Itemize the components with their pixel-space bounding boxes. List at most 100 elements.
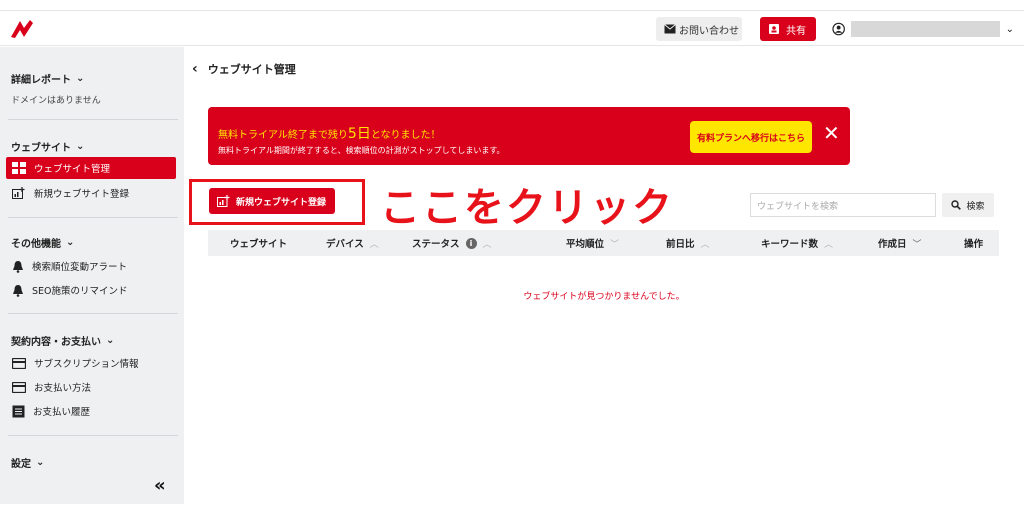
sidebar-item-label: 新規ウェブサイト登録 [34,189,130,200]
trial-days: 5日 [347,126,371,142]
column-created-date[interactable]: 作成日 ﹀ [878,230,922,256]
column-website[interactable]: ウェブサイト [230,230,287,256]
sidebar: 詳細レポート ⌄ ドメインはありません ウェブサイト ⌄ ウェブサイト管理 新規… [0,47,184,504]
column-day-change[interactable]: 前日比 ︿ [666,230,710,256]
user-avatar-icon [832,22,845,36]
card-icon [12,381,26,393]
table-header: ウェブサイト デバイス ︿ ステータス i ︿ 平均順位 ﹀ 前日比 ︿ キーワ… [208,230,999,256]
chevron-down-icon: ⌄ [36,457,45,468]
column-status[interactable]: ステータス i ︿ [412,230,492,256]
annotation-click-here: ここをクリック [380,185,674,231]
document-icon [12,405,25,417]
column-label: ステータス [412,239,460,250]
collapse-sidebar-icon[interactable]: « [154,475,166,496]
close-icon[interactable]: ✕ [823,121,840,145]
sidebar-section-report[interactable]: 詳細レポート ⌄ [11,71,84,86]
chevron-down-icon: ⌄ [1005,23,1014,35]
share-button[interactable]: 共有 [760,17,816,41]
sort-up-icon: ︿ [369,239,379,250]
trial-prefix: 無料トライアル終了まで残り [218,130,348,141]
top-bar: お問い合わせ 共有 ⌄ [0,10,1024,46]
section-title: 契約内容・お支払い [11,337,101,348]
sidebar-item-payment-history[interactable]: お支払い履歴 [6,400,176,422]
sort-up-icon: ︿ [824,239,834,250]
no-domain-note: ドメインはありません [11,96,101,106]
column-keyword-count[interactable]: キーワード数 ︿ [761,230,833,256]
trial-remaining-text: 無料トライアル終了まで残り5日となりました！ [218,123,441,143]
section-title: その他機能 [11,239,61,250]
sidebar-item-label: お支払い履歴 [33,407,91,418]
share-label: 共有 [786,25,806,37]
main-content: ‹ ウェブサイト管理 無料トライアル終了まで残り5日となりました！ 無料トライア… [184,47,1024,504]
sort-down-icon: ﹀ [610,239,620,250]
divider [8,217,178,218]
column-label: 作成日 [878,239,907,250]
sidebar-item-seo-reminder[interactable]: SEO施策のリマインド [6,279,176,301]
chart-add-icon [217,195,230,207]
trial-warning-text: 無料トライアル期間が終了すると、検索順位の計測がストップしてしまいます。 [218,146,505,155]
section-title: ウェブサイト [11,143,71,154]
sidebar-section-other[interactable]: その他機能 ⌄ [11,235,74,250]
user-name-redacted [851,21,1000,37]
sidebar-section-website[interactable]: ウェブサイト ⌄ [11,139,84,154]
column-label: 平均順位 [566,239,605,250]
trial-banner: 無料トライアル終了まで残り5日となりました！ 無料トライアル期間が終了すると、検… [208,107,850,165]
mail-icon [664,24,676,34]
sidebar-item-payment-method[interactable]: お支払い方法 [6,376,176,398]
chevron-down-icon: ⌄ [66,237,75,248]
sidebar-item-label: SEO施策のリマインド [32,286,128,297]
back-chevron-icon[interactable]: ‹ [192,61,198,77]
sidebar-item-label: 検索順位変動アラート [32,262,128,273]
sidebar-item-label: お支払い方法 [34,383,92,394]
divider [8,435,178,436]
page-title: ‹ ウェブサイト管理 [192,61,296,77]
column-average-rank[interactable]: 平均順位 ﹀ [566,230,619,256]
search-input[interactable]: ウェブサイトを検索 [750,193,936,217]
sort-up-icon: ︿ [700,239,710,250]
column-actions: 操作 [964,230,983,256]
search-icon [951,200,962,210]
app-logo-icon[interactable] [8,17,36,41]
column-label: デバイス [326,239,364,250]
contact-button[interactable]: お問い合わせ [656,17,742,41]
badge-icon [769,24,779,34]
divider [8,119,178,120]
sidebar-section-settings[interactable]: 設定 ⌄ [11,455,44,470]
sidebar-item-rank-alert[interactable]: 検索順位変動アラート [6,255,176,277]
column-label: 操作 [964,239,984,250]
divider [8,313,178,314]
column-label: ウェブサイト [230,239,288,250]
card-icon [12,357,26,369]
trial-suffix: となりました！ [370,130,441,141]
sidebar-section-billing[interactable]: 契約内容・お支払い ⌄ [11,333,114,348]
section-title: 設定 [11,459,31,470]
bell-icon [13,260,23,273]
section-title: 詳細レポート [11,75,71,86]
column-device[interactable]: デバイス ︿ [326,230,379,256]
sort-up-icon: ︿ [482,239,492,250]
page-title-text: ウェブサイト管理 [207,63,296,76]
sidebar-item-website-management[interactable]: ウェブサイト管理 [6,157,176,179]
column-label: 前日比 [666,239,695,250]
new-website-label: 新規ウェブサイト登録 [236,197,327,208]
dashboard-icon [12,162,26,174]
empty-state-message: ウェブサイトが見つかりませんでした。 [523,292,685,302]
chart-add-icon [12,187,25,199]
user-menu[interactable]: ⌄ [832,19,1014,39]
sidebar-item-label: ウェブサイト管理 [34,164,111,175]
search-label: 検索 [966,201,985,212]
sidebar-item-label: サブスクリプション情報 [34,359,139,370]
new-website-button[interactable]: 新規ウェブサイト登録 [209,188,335,214]
sidebar-item-new-website[interactable]: 新規ウェブサイト登録 [6,182,176,204]
contact-label: お問い合わせ [679,25,739,37]
bell-icon [13,284,23,297]
sort-down-icon: ﹀ [912,239,922,250]
sidebar-item-subscription[interactable]: サブスクリプション情報 [6,352,176,374]
column-label: キーワード数 [761,239,819,250]
upgrade-plan-button[interactable]: 有料プランへ移行はこちら [690,121,812,153]
chevron-down-icon: ⌄ [76,141,85,152]
chevron-down-icon: ⌄ [76,73,85,84]
info-icon[interactable]: i [465,237,477,249]
search-button[interactable]: 検索 [942,193,994,217]
chevron-down-icon: ⌄ [106,335,115,346]
